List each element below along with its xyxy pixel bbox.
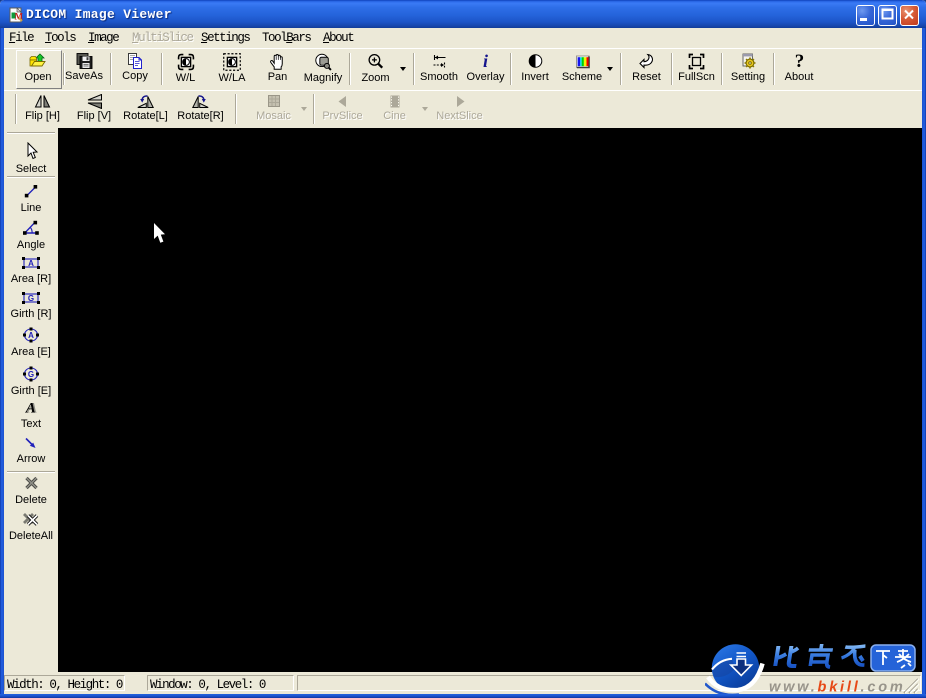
svg-text:A: A xyxy=(28,331,34,340)
svg-text:?: ? xyxy=(794,53,804,70)
svg-text:A: A xyxy=(25,401,36,416)
svg-text:i: i xyxy=(483,53,488,70)
svg-text:G: G xyxy=(28,370,34,379)
svg-text:G: G xyxy=(28,294,34,303)
svg-text:A: A xyxy=(28,259,34,268)
svg-text:www.bkill.com: www.bkill.com xyxy=(769,680,906,695)
